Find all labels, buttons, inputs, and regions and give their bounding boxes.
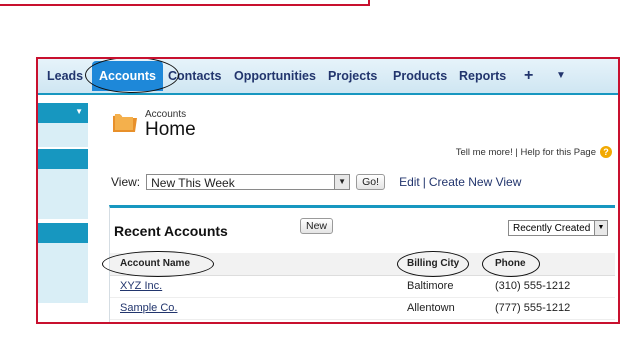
sidebar-search-bar[interactable]: ▼ [38,103,88,123]
new-account-button[interactable]: New [300,218,334,234]
view-select[interactable]: New This Week ▼ [146,174,351,190]
salesforce-screenshot: Leads Accounts Contacts Opportunities Pr… [36,57,620,324]
sidebar-section-body [38,243,88,303]
annotation-ellipse-phone [482,251,540,277]
help-links: Tell me more! | Help for this Page ? [456,146,612,158]
sidebar-dropdown-icon[interactable]: ▼ [75,107,83,116]
sidebar-section-body [38,169,88,219]
phone: (777) 555-1212 [495,302,571,314]
account-name-link[interactable]: Sample Co. [120,302,177,314]
billing-city: Baltimore [407,280,454,292]
more-tabs-chevron-icon[interactable]: ▼ [556,59,566,93]
sidebar-section-header [38,223,88,243]
table-row: XYZ Inc. Baltimore (310) 555-1212 [110,276,615,298]
annotation-ellipse-accounts [85,59,179,93]
add-tab-plus-icon[interactable]: + [524,59,533,93]
sidebar: ▼ [38,95,90,322]
tab-opportunities[interactable]: Opportunities [234,59,316,93]
page-title: Home [145,119,196,140]
tab-reports[interactable]: Reports [459,59,506,93]
chevron-down-icon[interactable]: ▼ [334,175,350,189]
tab-bar: Leads Accounts Contacts Opportunities Pr… [38,59,618,95]
tab-projects[interactable]: Projects [328,59,377,93]
view-label: View: [111,175,141,189]
table-header: Account Name Billing City Phone [102,251,615,277]
link-separator: | [422,175,426,189]
go-button[interactable]: Go! [356,174,386,190]
sort-select[interactable]: Recently Created ▼ [508,220,608,236]
folder-icon [113,114,137,132]
annotation-top-line [0,0,370,6]
recent-accounts-title: Recent Accounts [114,223,228,239]
view-select-value: New This Week [151,176,235,190]
annotation-ellipse-account-name [102,251,214,277]
create-new-view-link[interactable]: Create New View [429,175,521,189]
billing-city: Allentown [407,302,455,314]
annotation-ellipse-billing-city [397,251,469,277]
sidebar-section-header [38,149,88,169]
view-row: View: New This Week ▼ Go! Edit | Create … [111,172,521,192]
table-row: Sample Co. Allentown (777) 555-1212 [110,298,615,320]
sort-select-value: Recently Created [513,223,591,234]
tab-leads[interactable]: Leads [47,59,83,93]
sidebar-panel [38,123,88,147]
chevron-down-icon[interactable]: ▼ [594,221,607,235]
help-link[interactable]: Tell me more! | Help for this Page [456,147,596,158]
tab-products[interactable]: Products [393,59,447,93]
account-name-link[interactable]: XYZ Inc. [120,280,162,292]
help-icon[interactable]: ? [600,146,612,158]
main-content: Accounts Home Tell me more! | Help for t… [100,95,618,322]
edit-view-link[interactable]: Edit [399,175,420,189]
phone: (310) 555-1212 [495,280,571,292]
recent-accounts-panel: Recent Accounts New Recently Created ▼ A… [102,205,615,322]
